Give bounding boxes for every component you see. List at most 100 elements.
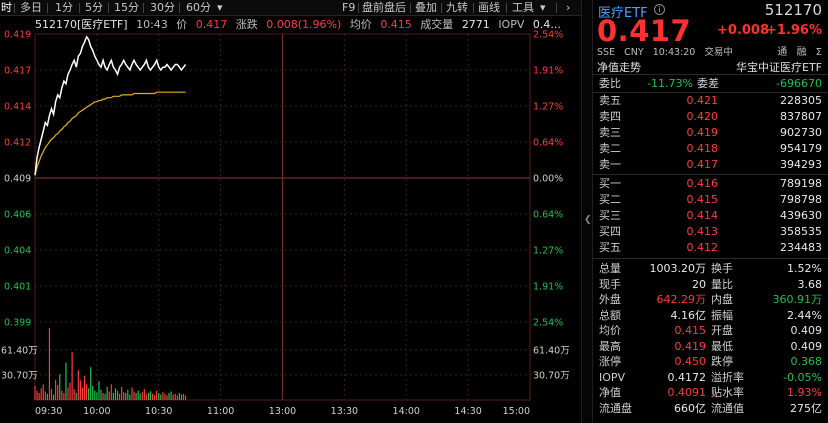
bid-row[interactable]: 买四 0.413 358535 — [593, 224, 828, 239]
chart-price-label: 价 — [176, 18, 188, 31]
time-tick-label: 13:30 — [331, 406, 358, 417]
time-axis-labels: 09:30 10:00 10:30 11:00 13:00 13:30 14:00 14:30… — [35, 406, 530, 417]
ask-label: 卖三 — [599, 126, 621, 139]
sigma-icon[interactable]: Σ — [816, 47, 822, 58]
percent-tick-label: 1.27% — [533, 246, 563, 257]
ask-row[interactable]: 卖二 0.418 954179 — [593, 141, 828, 156]
tab-30min[interactable]: 30分 — [150, 1, 175, 15]
bid-volume: 789198 — [780, 177, 822, 190]
bid-label: 买五 — [599, 241, 621, 254]
tab-1min[interactable]: 1分 — [55, 1, 73, 15]
ask-row[interactable]: 卖三 0.419 902730 — [593, 125, 828, 140]
chart-header: 512170[医疗ETF] 10:43 价 0.417 涨跌 0.008(1.9… — [35, 17, 566, 33]
ask-volume: 228305 — [780, 94, 822, 107]
chart-volume-value: 2771 — [461, 18, 490, 31]
tracking-index-name[interactable]: 华宝中证医疗ETF — [736, 59, 822, 75]
tools-button[interactable]: 工具 — [512, 1, 534, 15]
quote-time: 10:43:20 — [652, 47, 696, 58]
percent-tick-label: 0.64% — [533, 210, 563, 221]
bid-price: 0.413 — [686, 225, 719, 238]
bid-price: 0.412 — [686, 241, 719, 254]
stat-row: 现手 20 量比 3.68 — [593, 277, 828, 292]
percent-tick-label: 1.91% — [533, 282, 563, 293]
toolbar-divider — [47, 3, 48, 13]
stat-label: 涨停 — [599, 355, 621, 368]
nav-trend-link[interactable]: 净值走势 — [597, 59, 641, 75]
intraday-chart-svg: 0.419 2.54% 0.417 1.91% 0.414 1.27% 0.412 0.64%… — [1, 30, 570, 418]
ask-row[interactable]: 卖四 0.420 837807 — [593, 109, 828, 124]
chart-avg-value: 0.415 — [380, 18, 412, 31]
nine-turn-button[interactable]: 九转 — [446, 1, 468, 15]
bid-row[interactable]: 买三 0.414 439630 — [593, 208, 828, 223]
price-tick-label: 0.406 — [4, 210, 31, 221]
bid-price: 0.414 — [686, 209, 719, 222]
draw-line-button[interactable]: 画线 — [478, 1, 500, 15]
f9-button[interactable]: F9 — [342, 1, 355, 15]
chart-axis-labels: 0.419 2.54% 0.417 1.91% 0.414 1.27% 0.412 0.64%… — [1, 30, 570, 382]
time-tick-label: 13:00 — [269, 406, 296, 417]
price-change-percent: +1.96% — [766, 23, 822, 38]
chart-grid — [34, 33, 531, 401]
chart-symbol: 512170[医疗ETF] — [35, 18, 128, 31]
price-tick-label: 0.399 — [4, 318, 31, 329]
order-ratio-row: 委比 -11.73% 委差 -696670 — [593, 76, 828, 91]
stat-value: 0.4172 — [667, 370, 707, 384]
stat-value: 4.16亿 — [670, 308, 707, 322]
ask-row[interactable]: 卖五 0.421 228305 — [593, 93, 828, 108]
tab-15min[interactable]: 15分 — [114, 1, 139, 15]
tab-timeshare[interactable]: 时 — [1, 1, 12, 15]
tab-multi-day[interactable]: 多日 — [20, 1, 42, 15]
tab-5min[interactable]: 5分 — [85, 1, 103, 15]
order-ratio-label: 委比 — [599, 77, 621, 90]
volume-tick-label: 30.70万 — [533, 370, 570, 381]
ask-label: 卖二 — [599, 142, 621, 155]
bid-label: 买三 — [599, 209, 621, 222]
stat-row: 均价 0.415 开盘 0.409 — [593, 323, 828, 338]
margin-icon[interactable]: 融 — [796, 47, 806, 58]
chart-change-value: 0.008(1.96%) — [266, 18, 342, 31]
stat-value: 0.409 — [790, 324, 823, 337]
ask-volume: 954179 — [780, 142, 822, 155]
toolbar-divider — [441, 3, 442, 13]
chart-change-label: 涨跌 — [235, 18, 258, 31]
intraday-chart[interactable]: 0.419 2.54% 0.417 1.91% 0.414 1.27% 0.412 0.64%… — [0, 16, 581, 423]
ask-row[interactable]: 卖一 0.417 394293 — [593, 157, 828, 172]
price-tick-label: 0.419 — [4, 30, 31, 41]
toolbar-divider — [143, 3, 144, 13]
stat-value: 275亿 — [790, 401, 822, 415]
feature-icons: 通 融 Σ — [771, 43, 822, 58]
ask-price: 0.421 — [686, 94, 719, 107]
stat-label: 净值 — [599, 386, 621, 399]
ask-volume: 837807 — [780, 110, 822, 123]
percent-tick-label: 0.00% — [533, 174, 563, 185]
connect-icon[interactable]: 通 — [777, 47, 787, 58]
tools-dropdown-icon[interactable]: ▾ — [540, 1, 546, 15]
volume-tick-label: 30.70万 — [1, 370, 38, 381]
pre-post-market-button[interactable]: 盘前盘后 — [362, 1, 406, 15]
bid-row[interactable]: 买二 0.415 798798 — [593, 192, 828, 207]
bid-row[interactable]: 买一 0.416 789198 — [593, 176, 828, 191]
overlay-button[interactable]: 叠加 — [415, 1, 437, 15]
stat-row: 净值 0.4091 贴水率 1.93% — [593, 385, 828, 400]
toolbar-divider — [358, 3, 359, 13]
ask-price: 0.419 — [686, 126, 719, 139]
toolbar-more-icon[interactable]: › — [566, 1, 570, 14]
panel-splitter[interactable]: ❮ — [581, 0, 593, 423]
stat-value: 0.415 — [674, 324, 707, 337]
bid-label: 买四 — [599, 225, 621, 238]
stat-row: IOPV 0.4172 溢折率 -0.05% — [593, 370, 828, 385]
bid-label: 买一 — [599, 177, 621, 190]
tab-60min[interactable]: 60分 — [186, 1, 211, 15]
bid-row[interactable]: 买五 0.412 234483 — [593, 240, 828, 255]
ask-label: 卖四 — [599, 110, 621, 123]
security-code: 512170 — [764, 1, 822, 19]
volume-bars — [34, 328, 187, 400]
period-dropdown-icon[interactable]: ▾ — [217, 1, 223, 15]
collapse-arrow-icon[interactable]: ❮ — [584, 215, 592, 225]
divider — [593, 174, 828, 175]
stat-row: 总额 4.16亿 振幅 2.44% — [593, 308, 828, 323]
stat-value: 20 — [692, 277, 706, 291]
stat-label: 最低 — [711, 339, 733, 353]
time-tick-label: 10:30 — [145, 406, 172, 417]
chart-volume-label: 成交量 — [420, 18, 454, 31]
